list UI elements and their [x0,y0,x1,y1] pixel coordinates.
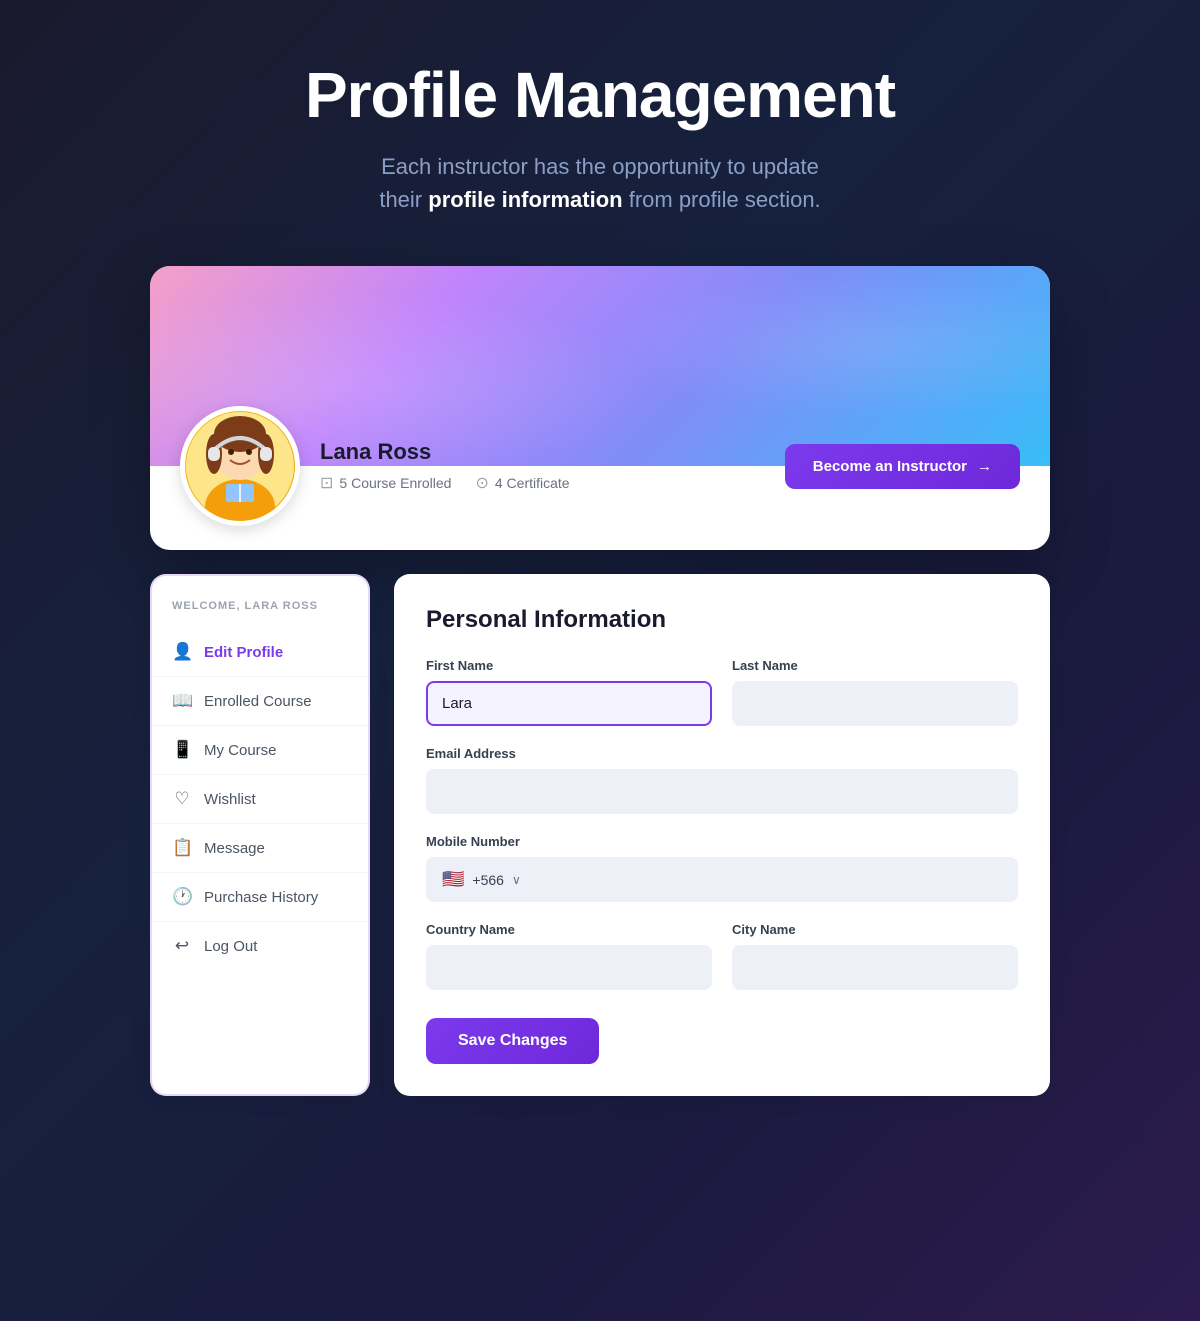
enrolled-course-label: Enrolled Course [204,693,312,710]
logout-label: Log Out [204,938,257,955]
sidebar-item-purchase-history[interactable]: 🕐 Purchase History [152,872,368,921]
form-title: Personal Information [426,606,1018,634]
courses-enrolled-stat: ⊡ 5 Course Enrolled [320,473,451,493]
edit-profile-link[interactable]: 👤 Edit Profile [152,628,368,676]
mobile-icon: 📱 [172,740,192,760]
certificate-stat: ⊙ 4 Certificate [475,473,569,493]
message-label: Message [204,840,265,857]
mobile-label: Mobile Number [426,834,1018,849]
email-row: Email Address [426,746,1018,814]
sidebar: WELCOME, LARA ROSS 👤 Edit Profile 📖 Enro… [150,574,370,1096]
profile-stats: ⊡ 5 Course Enrolled ⊙ 4 Certificate [320,473,785,493]
arrow-right-icon: → [977,458,992,475]
page-header: Profile Management Each instructor has t… [305,60,895,216]
save-changes-button[interactable]: Save Changes [426,1018,599,1064]
profile-card: Lana Ross ⊡ 5 Course Enrolled ⊙ 4 Certif… [150,266,1050,550]
email-input[interactable] [426,769,1018,814]
phone-code: +566 [472,872,504,888]
name-row: First Name Last Name [426,658,1018,726]
message-icon: 📋 [172,838,192,858]
avatar [180,406,300,526]
mobile-row: Mobile Number 🇺🇸 +566 ∨ [426,834,1018,902]
wishlist-label: Wishlist [204,791,256,808]
phone-chevron-icon[interactable]: ∨ [512,873,521,887]
mobile-group: Mobile Number 🇺🇸 +566 ∨ [426,834,1018,902]
bottom-section: WELCOME, LARA ROSS 👤 Edit Profile 📖 Enro… [150,574,1050,1096]
page-subtitle: Each instructor has the opportunity to u… [305,150,895,216]
sidebar-nav: 👤 Edit Profile 📖 Enrolled Course 📱 My Co… [152,628,368,970]
location-row: Country Name City Name [426,922,1018,990]
city-group: City Name [732,922,1018,990]
country-group: Country Name [426,922,712,990]
book-icon: 📖 [172,691,192,711]
courses-enrolled-label: 5 Course Enrolled [339,475,451,491]
email-group: Email Address [426,746,1018,814]
sidebar-item-edit-profile[interactable]: 👤 Edit Profile [152,628,368,676]
sidebar-item-wishlist[interactable]: ♡ Wishlist [152,774,368,823]
history-icon: 🕐 [172,887,192,907]
profile-info-row: Lana Ross ⊡ 5 Course Enrolled ⊙ 4 Certif… [150,406,1050,550]
last-name-label: Last Name [732,658,1018,673]
enrolled-course-link[interactable]: 📖 Enrolled Course [152,677,368,725]
page-title: Profile Management [305,60,895,130]
last-name-input[interactable] [732,681,1018,726]
sidebar-welcome: WELCOME, LARA ROSS [152,600,368,628]
email-label: Email Address [426,746,1018,761]
my-course-link[interactable]: 📱 My Course [152,726,368,774]
city-label: City Name [732,922,1018,937]
phone-flag-icon: 🇺🇸 [442,869,464,890]
edit-profile-label: Edit Profile [204,644,283,661]
user-icon: 👤 [172,642,192,662]
logout-icon: ↩ [172,936,192,956]
subtitle-bold: profile information [428,187,622,212]
sidebar-item-my-course[interactable]: 📱 My Course [152,725,368,774]
purchase-history-label: Purchase History [204,889,318,906]
country-label: Country Name [426,922,712,937]
certificate-label: 4 Certificate [495,475,570,491]
purchase-history-link[interactable]: 🕐 Purchase History [152,873,368,921]
subtitle-end: from profile section. [629,187,821,212]
city-input[interactable] [732,945,1018,990]
profile-name: Lana Ross [320,439,785,465]
country-input[interactable] [426,945,712,990]
profile-text: Lana Ross ⊡ 5 Course Enrolled ⊙ 4 Certif… [320,439,785,493]
phone-wrapper: 🇺🇸 +566 ∨ [426,857,1018,902]
logout-link[interactable]: ↩ Log Out [152,922,368,970]
mobile-input[interactable] [529,859,1002,900]
become-instructor-button[interactable]: Become an Instructor → [785,444,1020,489]
message-link[interactable]: 📋 Message [152,824,368,872]
heart-icon: ♡ [172,789,192,809]
sidebar-item-message[interactable]: 📋 Message [152,823,368,872]
first-name-label: First Name [426,658,712,673]
form-card: Personal Information First Name Last Nam… [394,574,1050,1096]
first-name-group: First Name [426,658,712,726]
sidebar-item-logout[interactable]: ↩ Log Out [152,921,368,970]
last-name-group: Last Name [732,658,1018,726]
wishlist-link[interactable]: ♡ Wishlist [152,775,368,823]
become-instructor-label: Become an Instructor [813,458,967,475]
first-name-input[interactable] [426,681,712,726]
sidebar-item-enrolled-course[interactable]: 📖 Enrolled Course [152,676,368,725]
certificate-icon: ⊙ [475,473,488,493]
courses-icon: ⊡ [320,473,333,493]
my-course-label: My Course [204,742,277,759]
